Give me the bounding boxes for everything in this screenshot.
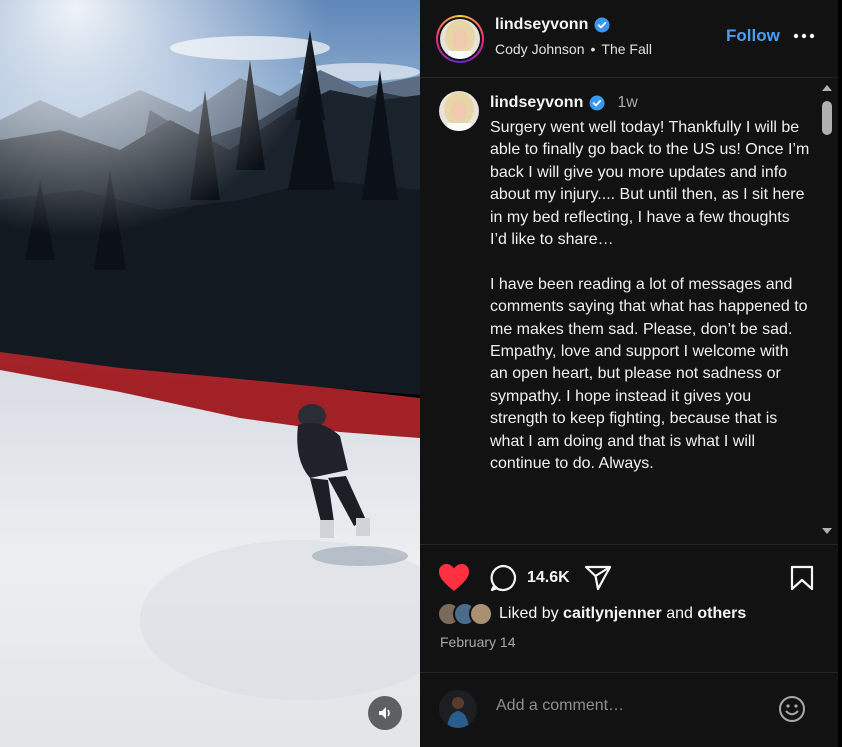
avatar bbox=[469, 602, 493, 626]
verified-badge-icon bbox=[594, 17, 610, 33]
comment-count[interactable]: 14.6K bbox=[527, 569, 570, 587]
comment-input[interactable] bbox=[496, 697, 756, 715]
comment-icon[interactable] bbox=[489, 564, 517, 592]
caption-username[interactable]: lindseyvonn bbox=[490, 94, 583, 112]
window-edge bbox=[838, 0, 842, 747]
post-header: lindseyvonn Cody Johnson • The Fall Foll… bbox=[420, 0, 838, 78]
caption-section: lindseyvonn 1w Surgery went well today! … bbox=[420, 79, 838, 545]
follow-button[interactable]: Follow bbox=[726, 26, 780, 46]
speaker-icon bbox=[379, 707, 390, 719]
liked-by-others[interactable]: others bbox=[697, 605, 746, 623]
song-artist: Cody Johnson bbox=[495, 41, 585, 57]
caption-header: lindseyvonn 1w bbox=[490, 94, 638, 112]
caption-text: Surgery went well today! Thankfully I wi… bbox=[490, 119, 810, 473]
song-title: The Fall bbox=[601, 41, 652, 57]
post-details-panel: lindseyvonn Cody Johnson • The Fall Foll… bbox=[420, 0, 838, 747]
action-bar: 14.6K bbox=[420, 545, 838, 605]
emoji-icon[interactable] bbox=[778, 695, 806, 723]
avatar bbox=[440, 19, 480, 61]
caption-scrollbar[interactable] bbox=[818, 79, 836, 544]
author-username-row: lindseyvonn bbox=[495, 16, 610, 34]
audio-attribution[interactable]: Cody Johnson • The Fall bbox=[495, 41, 652, 57]
liked-by-avatars bbox=[437, 602, 495, 626]
author-username[interactable]: lindseyvonn bbox=[495, 16, 588, 34]
post-timestamp[interactable]: 1w bbox=[617, 94, 637, 112]
ski-video-frame bbox=[0, 0, 420, 747]
liked-by-joiner: and bbox=[666, 605, 693, 622]
author-avatar-story-ring[interactable] bbox=[436, 15, 484, 63]
avatar bbox=[439, 690, 477, 728]
comment-composer bbox=[420, 672, 838, 747]
heart-icon[interactable] bbox=[438, 563, 470, 593]
liked-by-row[interactable]: Liked by caitlynjenner and others bbox=[437, 600, 746, 628]
share-icon[interactable] bbox=[584, 564, 612, 592]
scroll-up-arrow-icon[interactable] bbox=[822, 85, 832, 91]
song-separator: • bbox=[590, 41, 596, 57]
bookmark-icon[interactable] bbox=[790, 565, 814, 591]
scroll-down-arrow-icon[interactable] bbox=[822, 528, 832, 534]
liked-by-user[interactable]: caitlynjenner bbox=[563, 605, 662, 623]
verified-badge-icon bbox=[589, 95, 605, 111]
mute-toggle-button[interactable] bbox=[368, 696, 402, 730]
scrollbar-thumb[interactable] bbox=[822, 101, 832, 135]
post-date[interactable]: February 14 bbox=[440, 634, 515, 650]
more-horizontal-icon[interactable] bbox=[792, 26, 816, 46]
post-media[interactable] bbox=[0, 0, 420, 747]
liked-by-prefix: Liked by bbox=[499, 605, 559, 622]
avatar[interactable] bbox=[439, 91, 479, 131]
